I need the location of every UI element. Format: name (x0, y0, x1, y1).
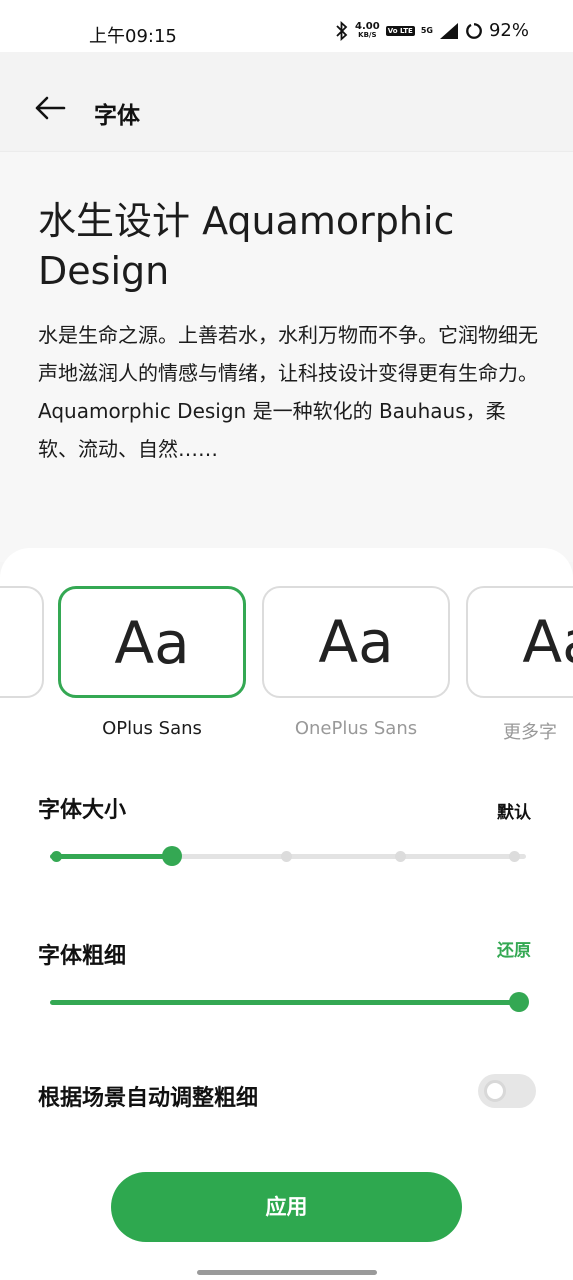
slider-fill (50, 1000, 518, 1005)
home-indicator[interactable] (197, 1270, 377, 1275)
app-header: 字体 (0, 52, 573, 152)
font-label-oneplus-sans: OnePlus Sans (294, 718, 418, 739)
settings-sheet: Aa Aa OPlus Sans Aa OnePlus Sans Aa 更多字 … (0, 548, 573, 1280)
slider-thumb[interactable] (509, 992, 529, 1012)
font-settings-screen: 上午09:15 4.00 KB/S Vo LTE 5G 92% 字体 水生设计 … (0, 0, 573, 1280)
font-label-more: 更多字 (503, 722, 557, 743)
preview-body: 水是生命之源。上善若水，水利万物而不争。它润物细无声地滋润人的情感与情绪，让科技… (38, 323, 538, 461)
font-sample: Aa (0, 612, 42, 672)
font-sample: Aa (114, 609, 190, 677)
speed-value: 4.00 (355, 20, 380, 32)
volte-badge: Vo LTE (385, 25, 415, 36)
font-size-label: 字体大小 (38, 798, 127, 823)
bluetooth-icon (336, 20, 348, 41)
battery-percent: 92% (488, 20, 529, 41)
status-time: 上午09:15 (89, 26, 177, 47)
font-card-more[interactable]: Aa (466, 586, 573, 698)
font-weight-label: 字体粗细 (38, 944, 127, 969)
slider-tick (281, 851, 292, 862)
font-size-slider[interactable] (50, 842, 526, 872)
font-card-previous[interactable]: Aa (0, 586, 44, 698)
apply-button[interactable]: 应用 (111, 1172, 462, 1242)
speed-unit: KB/S (358, 30, 377, 39)
preview-title: 水生设计 Aquamorphic Design (38, 199, 455, 293)
network-type: 5G (420, 25, 433, 35)
font-label-oplus-sans: OPlus Sans (102, 718, 202, 739)
font-sample: Aa (522, 608, 573, 676)
network-label: 5G (420, 25, 433, 35)
font-size-default-button[interactable]: 默认 (497, 798, 531, 823)
battery-icon (466, 22, 482, 39)
slider-tick (51, 851, 62, 862)
back-button[interactable] (32, 92, 68, 124)
font-card-oneplus-sans[interactable]: Aa (262, 586, 450, 698)
signal-icon (439, 22, 458, 39)
font-preview: 水生设计 Aquamorphic Design 水是生命之源。上善若水，水利万物… (0, 152, 573, 562)
font-weight-reset-button[interactable]: 还原 (497, 936, 531, 961)
slider-fill (50, 854, 171, 859)
network-speed: 4.00 KB/S (355, 20, 380, 40)
slider-tick (509, 851, 520, 862)
font-sample: Aa (318, 608, 394, 676)
auto-weight-toggle[interactable] (478, 1074, 536, 1108)
arrow-left-icon (35, 96, 66, 120)
font-card-oplus-sans[interactable]: Aa (58, 586, 246, 698)
toggle-knob (484, 1080, 506, 1102)
font-weight-slider[interactable] (50, 988, 529, 1018)
auto-weight-label: 根据场景自动调整粗细 (38, 1086, 259, 1111)
slider-thumb[interactable] (162, 846, 182, 866)
status-icons: 4.00 KB/S Vo LTE 5G 92% (335, 20, 529, 41)
slider-tick (395, 851, 406, 862)
status-bar: 上午09:15 4.00 KB/S Vo LTE 5G 92% (0, 0, 573, 52)
page-title: 字体 (94, 103, 140, 129)
